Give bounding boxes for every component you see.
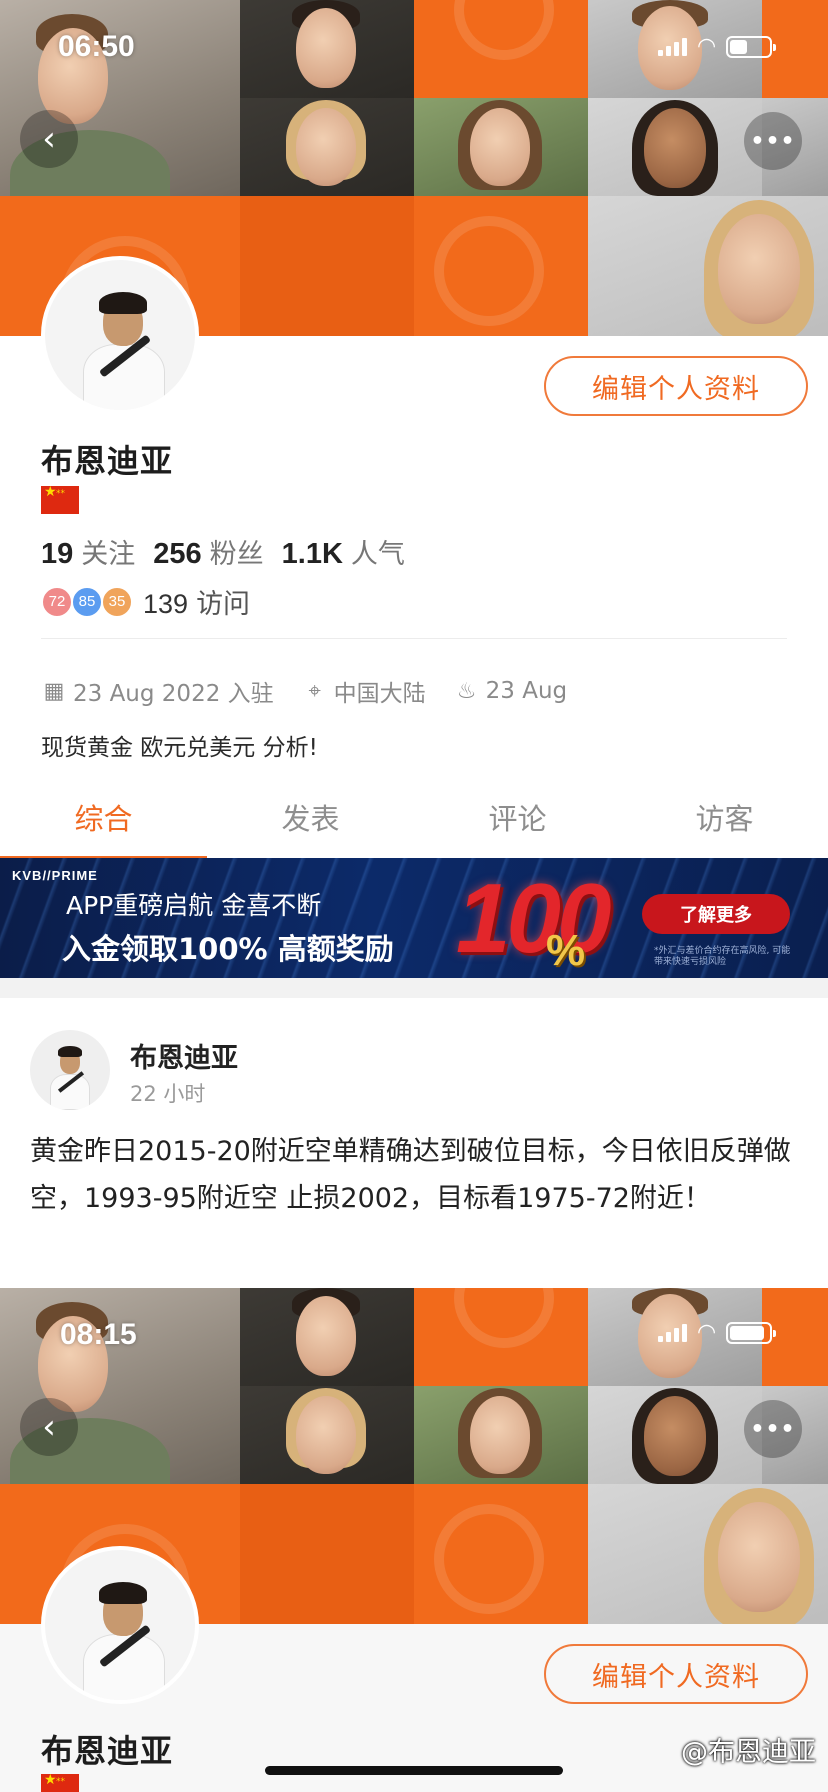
visitors-row[interactable]: 72 85 35 139 访问 bbox=[41, 582, 250, 621]
avatar[interactable] bbox=[41, 256, 199, 414]
post-content[interactable]: 黄金昨日2015-20附近空单精确达到破位目标，今日依旧反弹做空，1993-95… bbox=[30, 1128, 800, 1222]
embedded-edit-profile-button: 编辑个人资料 bbox=[544, 1644, 808, 1704]
ad-disclaimer: *外汇与差价合约存在高风险, 可能带来快速亏损风险 bbox=[654, 946, 791, 967]
divider bbox=[41, 638, 787, 639]
back-button[interactable]: ‹ bbox=[20, 110, 78, 168]
following-label[interactable]: 关注 bbox=[81, 532, 135, 571]
embedded-more-button: ••• bbox=[744, 1400, 802, 1458]
status-icons: ◠ bbox=[658, 34, 777, 59]
cake-icon: ♨ bbox=[456, 678, 477, 704]
cover-photo-tile bbox=[240, 0, 414, 98]
birthday-text: 23 Aug bbox=[485, 678, 568, 704]
popularity-label: 人气 bbox=[350, 539, 405, 570]
ad-subheadline: 入金领取100% 高额奖励 bbox=[62, 932, 394, 966]
cover-photo-tile bbox=[588, 98, 762, 196]
ad-learn-more-button[interactable]: 了解更多 bbox=[642, 894, 790, 934]
chevron-left-icon: ‹ bbox=[42, 119, 56, 159]
tab-comments[interactable]: 评论 bbox=[414, 796, 621, 860]
cover-photo-tile bbox=[588, 196, 828, 336]
joined-info: ▦ 23 Aug 2022 入驻 bbox=[41, 674, 274, 708]
embedded-back-button: ‹ bbox=[20, 1398, 78, 1456]
battery-icon bbox=[726, 36, 777, 58]
tab-overview[interactable]: 综合 bbox=[0, 796, 207, 860]
battery-icon bbox=[726, 1322, 777, 1344]
cover-photo-tile bbox=[240, 98, 414, 196]
location-pin-icon: ⌖ bbox=[308, 678, 321, 704]
status-time: 06:50 bbox=[58, 30, 135, 63]
visits-label: 访问 bbox=[196, 589, 251, 620]
cover-orange-tile bbox=[240, 196, 414, 336]
visits-text: 139 访问 bbox=[143, 582, 250, 621]
cover-orange-tile bbox=[414, 196, 588, 336]
visitor-avatar: 85 bbox=[71, 585, 103, 618]
china-flag-icon bbox=[41, 484, 79, 514]
wifi-icon: ◠ bbox=[697, 1320, 717, 1345]
wifi-icon: ◠ bbox=[697, 34, 717, 59]
more-dots-icon: ••• bbox=[750, 1416, 796, 1442]
embedded-avatar bbox=[41, 1546, 199, 1704]
calendar-icon: ▦ bbox=[43, 678, 65, 704]
visits-count: 139 bbox=[143, 589, 189, 619]
ad-percent-sign: % bbox=[546, 926, 586, 975]
section-separator bbox=[0, 978, 828, 998]
profile-username: 布恩迪亚 bbox=[41, 442, 174, 480]
ad-brand-logo: KVB//PRIME bbox=[12, 868, 98, 883]
visitor-avatar: 35 bbox=[101, 585, 133, 618]
tab-visitors[interactable]: 访客 bbox=[621, 796, 828, 860]
profile-meta: ▦ 23 Aug 2022 入驻 ⌖ 中国大陆 ♨ 23 Aug bbox=[41, 674, 595, 708]
profile-tabs: 综合 发表 评论 访客 bbox=[0, 796, 828, 860]
profile-bio: 现货黄金 欧元兑美元 分析! bbox=[41, 735, 318, 761]
following-count[interactable]: 19 bbox=[41, 538, 73, 571]
embedded-status-icons: ◠ bbox=[658, 1320, 777, 1345]
location-info: ⌖ 中国大陆 bbox=[302, 674, 426, 708]
signal-icon bbox=[658, 1324, 687, 1342]
home-indicator[interactable] bbox=[265, 1766, 563, 1775]
signal-icon bbox=[658, 38, 687, 56]
chevron-left-icon: ‹ bbox=[42, 1407, 56, 1447]
more-dots-icon: ••• bbox=[750, 128, 796, 154]
china-flag-icon bbox=[41, 1772, 79, 1792]
tab-posts[interactable]: 发表 bbox=[207, 796, 414, 860]
edit-profile-button[interactable]: 编辑个人资料 bbox=[544, 356, 808, 416]
birthday-info: ♨ 23 Aug bbox=[454, 678, 568, 704]
cover-orange-tile bbox=[414, 0, 588, 98]
followers-label[interactable]: 粉丝 bbox=[210, 532, 264, 571]
watermark: @布恩迪亚 bbox=[681, 1737, 816, 1768]
joined-text: 23 Aug 2022 入驻 bbox=[73, 681, 274, 707]
post-author-name[interactable]: 布恩迪亚 bbox=[130, 1036, 238, 1075]
more-options-button[interactable]: ••• bbox=[744, 112, 802, 170]
embedded-username: 布恩迪亚 bbox=[41, 1732, 174, 1770]
popularity-count: 1.1K bbox=[281, 538, 343, 570]
profile-stats: 19 关注 256 粉丝 1.1K 人气 bbox=[41, 532, 405, 571]
post-timestamp: 22 小时 bbox=[130, 1082, 206, 1106]
cover-photo-tile bbox=[414, 98, 588, 196]
ad-headline: APP重磅启航 金喜不断 bbox=[66, 891, 322, 920]
post-author-avatar[interactable] bbox=[30, 1030, 110, 1110]
embedded-status-time: 08:15 bbox=[60, 1318, 137, 1351]
ad-banner[interactable]: KVB//PRIME APP重磅启航 金喜不断 入金领取100% 高额奖励 10… bbox=[0, 858, 828, 978]
followers-count[interactable]: 256 bbox=[153, 538, 201, 571]
location-text: 中国大陆 bbox=[333, 681, 426, 707]
visitor-avatar: 72 bbox=[41, 585, 73, 618]
